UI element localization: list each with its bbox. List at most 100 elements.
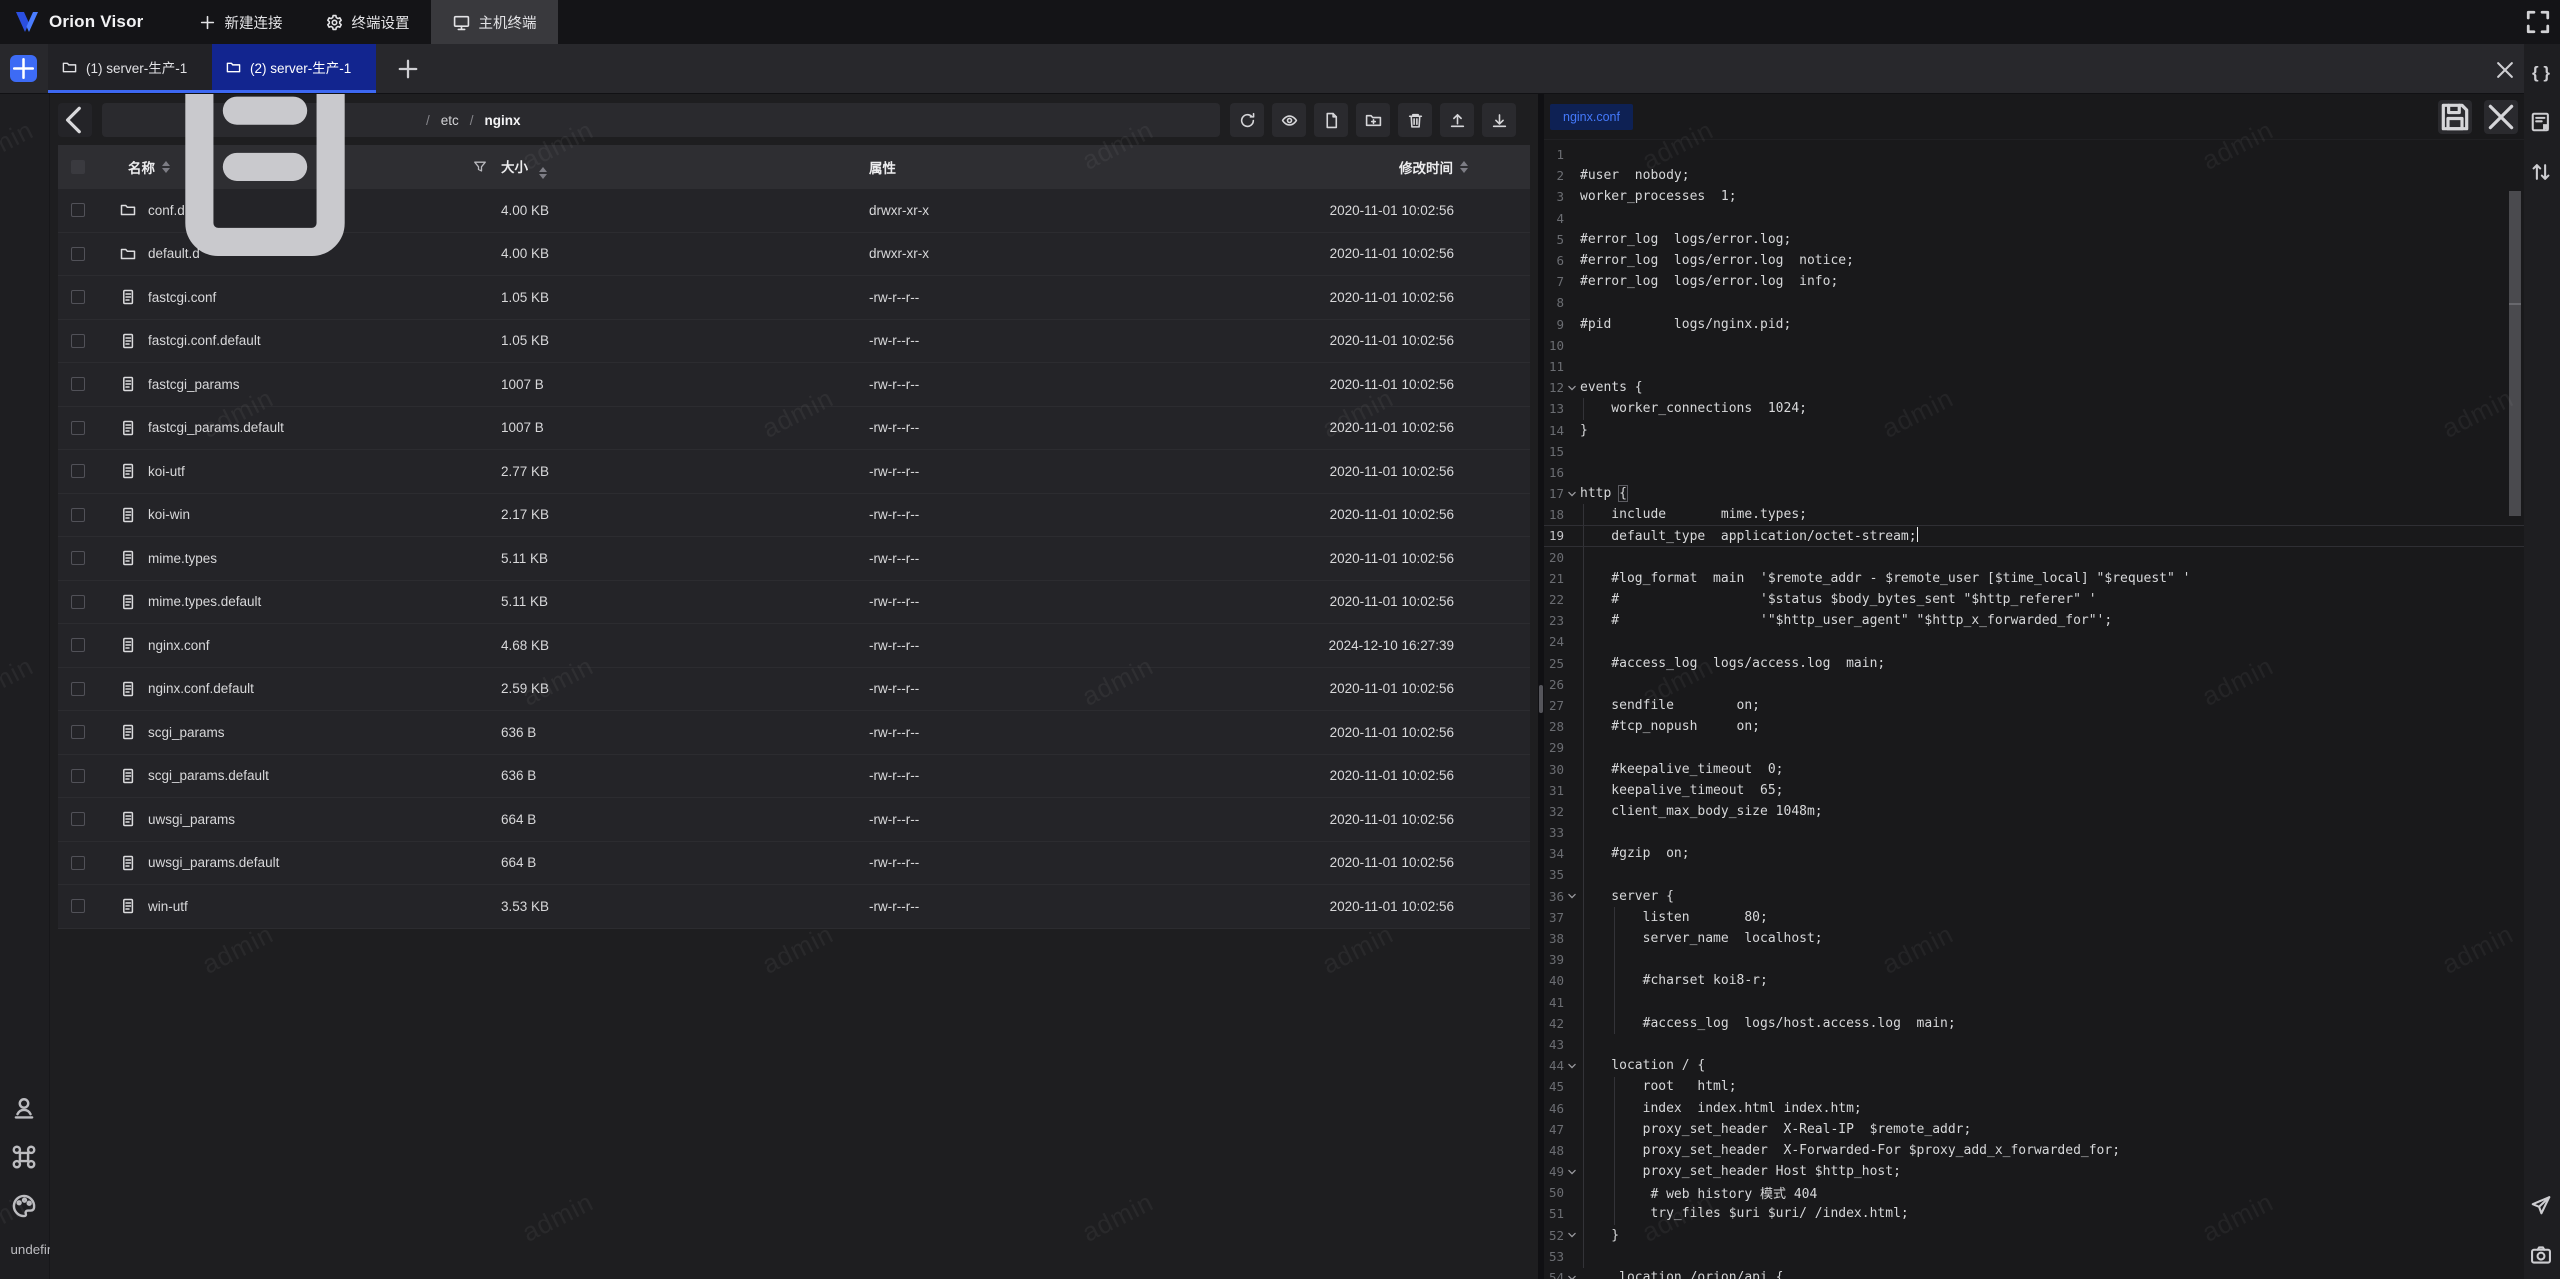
- file-name-cell[interactable]: scgi_params.default: [116, 768, 501, 784]
- code-line-30[interactable]: 30 #keepalive_timeout 0;: [1544, 758, 2524, 779]
- code-line-54[interactable]: 54 location /orion/api {: [1544, 1267, 2524, 1279]
- camera-button[interactable]: [2530, 1243, 2554, 1267]
- back-button[interactable]: [58, 103, 92, 137]
- code-line-32[interactable]: 32 client_max_body_size 1048m;: [1544, 801, 2524, 822]
- code-line-8[interactable]: 8: [1544, 292, 2524, 313]
- file-name-cell[interactable]: koi-win: [116, 507, 501, 523]
- swap-vertical-button[interactable]: [2530, 160, 2554, 184]
- new-file-button[interactable]: [1314, 103, 1348, 137]
- code-line-50[interactable]: 50 # web history 模式 404: [1544, 1182, 2524, 1203]
- row-checkbox[interactable]: [71, 638, 85, 652]
- code-line-3[interactable]: 3worker_processes 1;: [1544, 186, 2524, 207]
- select-all-checkbox[interactable]: [71, 160, 85, 174]
- eye-button[interactable]: [1272, 103, 1306, 137]
- code-line-5[interactable]: 5#error_log logs/error.log;: [1544, 229, 2524, 250]
- code-line-36[interactable]: 36 server {: [1544, 886, 2524, 907]
- row-checkbox[interactable]: [71, 377, 85, 391]
- row-checkbox[interactable]: [71, 812, 85, 826]
- code-line-12[interactable]: 12events {: [1544, 377, 2524, 398]
- row-checkbox[interactable]: [71, 769, 85, 783]
- editor-scrollbar[interactable]: [2509, 191, 2521, 516]
- row-checkbox[interactable]: [71, 856, 85, 870]
- column-header-size[interactable]: 大小: [501, 156, 869, 179]
- new-folder-button[interactable]: [1356, 103, 1390, 137]
- palette-button[interactable]: [11, 1192, 39, 1220]
- row-checkbox[interactable]: [71, 725, 85, 739]
- code-line-34[interactable]: 34 #gzip on;: [1544, 843, 2524, 864]
- table-row[interactable]: nginx.conf.default2.59 KB-rw-r--r--2020-…: [58, 668, 1530, 712]
- table-row[interactable]: fastcgi.conf.default1.05 KB-rw-r--r--202…: [58, 320, 1530, 364]
- code-line-21[interactable]: 21 #log_format main '$remote_addr - $rem…: [1544, 568, 2524, 589]
- file-name-cell[interactable]: koi-utf: [116, 463, 501, 479]
- fold-chevron-icon[interactable]: [1564, 383, 1580, 393]
- code-line-23[interactable]: 23 # '"$http_user_agent" "$http_x_forwar…: [1544, 610, 2524, 631]
- menu-new-connection[interactable]: 新建连接: [177, 0, 304, 44]
- file-name-cell[interactable]: default.d: [116, 246, 501, 262]
- file-name-cell[interactable]: fastcgi.conf: [116, 289, 501, 305]
- fold-chevron-icon[interactable]: [1564, 891, 1580, 901]
- settings-button[interactable]: undefined: [11, 1241, 39, 1269]
- sort-icons[interactable]: [1460, 161, 1468, 173]
- table-row[interactable]: koi-utf2.77 KB-rw-r--r--2020-11-01 10:02…: [58, 450, 1530, 494]
- row-checkbox[interactable]: [71, 334, 85, 348]
- code-line-7[interactable]: 7#error_log logs/error.log info;: [1544, 271, 2524, 292]
- sort-icons[interactable]: [539, 167, 547, 179]
- code-line-47[interactable]: 47 proxy_set_header X-Real-IP $remote_ad…: [1544, 1119, 2524, 1140]
- code-line-2[interactable]: 2#user nobody;: [1544, 165, 2524, 186]
- menu-terminal-settings[interactable]: 终端设置: [304, 0, 431, 44]
- code-line-42[interactable]: 42 #access_log logs/host.access.log main…: [1544, 1013, 2524, 1034]
- code-line-25[interactable]: 25 #access_log logs/access.log main;: [1544, 653, 2524, 674]
- row-checkbox[interactable]: [71, 899, 85, 913]
- code-line-28[interactable]: 28 #tcp_nopush on;: [1544, 716, 2524, 737]
- code-line-41[interactable]: 41: [1544, 992, 2524, 1013]
- code-line-51[interactable]: 51 try_files $uri $uri/ /index.html;: [1544, 1203, 2524, 1224]
- breadcrumb-segment-nginx[interactable]: nginx: [485, 113, 521, 128]
- table-row[interactable]: fastcgi_params.default1007 B-rw-r--r--20…: [58, 407, 1530, 451]
- fullscreen-button[interactable]: [2525, 9, 2551, 35]
- code-line-14[interactable]: 14}: [1544, 419, 2524, 440]
- table-row[interactable]: mime.types5.11 KB-rw-r--r--2020-11-01 10…: [58, 537, 1530, 581]
- code-line-1[interactable]: 1: [1544, 144, 2524, 165]
- table-row[interactable]: nginx.conf4.68 KB-rw-r--r--2024-12-10 16…: [58, 624, 1530, 668]
- table-row[interactable]: fastcgi_params1007 B-rw-r--r--2020-11-01…: [58, 363, 1530, 407]
- editor-file-tab[interactable]: nginx.conf: [1550, 104, 1633, 130]
- file-name-cell[interactable]: nginx.conf: [116, 637, 501, 653]
- upload-button[interactable]: [1440, 103, 1474, 137]
- code-line-33[interactable]: 33: [1544, 822, 2524, 843]
- code-line-53[interactable]: 53: [1544, 1246, 2524, 1267]
- code-line-27[interactable]: 27 sendfile on;: [1544, 695, 2524, 716]
- code-line-43[interactable]: 43: [1544, 1034, 2524, 1055]
- file-name-cell[interactable]: scgi_params: [116, 724, 501, 740]
- row-checkbox[interactable]: [71, 464, 85, 478]
- code-line-18[interactable]: 18 include mime.types;: [1544, 504, 2524, 525]
- breadcrumb[interactable]: / etc / nginx: [102, 103, 1220, 137]
- row-checkbox[interactable]: [71, 203, 85, 217]
- code-line-13[interactable]: 13 worker_connections 1024;: [1544, 398, 2524, 419]
- download-button[interactable]: [1482, 103, 1516, 137]
- code-editor[interactable]: 12#user nobody;3worker_processes 1;45#er…: [1544, 140, 2524, 1279]
- add-tab-button[interactable]: [396, 57, 420, 81]
- code-line-19[interactable]: 19 default_type application/octet-stream…: [1544, 525, 2524, 546]
- code-line-40[interactable]: 40 #charset koi8-r;: [1544, 970, 2524, 991]
- code-line-38[interactable]: 38 server_name localhost;: [1544, 928, 2524, 949]
- fold-chevron-icon[interactable]: [1564, 1061, 1580, 1071]
- row-checkbox[interactable]: [71, 421, 85, 435]
- code-line-17[interactable]: 17http {: [1544, 483, 2524, 504]
- file-name-cell[interactable]: mime.types: [116, 550, 501, 566]
- trash-button[interactable]: [1398, 103, 1432, 137]
- file-name-cell[interactable]: conf.d: [116, 202, 501, 218]
- fold-chevron-icon[interactable]: [1564, 489, 1580, 499]
- file-name-cell[interactable]: win-utf: [116, 898, 501, 914]
- code-line-49[interactable]: 49 proxy_set_header Host $http_host;: [1544, 1161, 2524, 1182]
- file-name-cell[interactable]: fastcgi_params.default: [116, 420, 501, 436]
- row-checkbox[interactable]: [71, 595, 85, 609]
- code-line-10[interactable]: 10: [1544, 335, 2524, 356]
- code-line-11[interactable]: 11: [1544, 356, 2524, 377]
- table-row[interactable]: fastcgi.conf1.05 KB-rw-r--r--2020-11-01 …: [58, 276, 1530, 320]
- code-line-46[interactable]: 46 index index.html index.htm;: [1544, 1097, 2524, 1118]
- file-name-cell[interactable]: uwsgi_params: [116, 811, 501, 827]
- refresh-button[interactable]: [1230, 103, 1264, 137]
- command-button[interactable]: [11, 1143, 39, 1171]
- menu-host-terminal[interactable]: 主机终端: [431, 0, 558, 44]
- table-row[interactable]: scgi_params636 B-rw-r--r--2020-11-01 10:…: [58, 711, 1530, 755]
